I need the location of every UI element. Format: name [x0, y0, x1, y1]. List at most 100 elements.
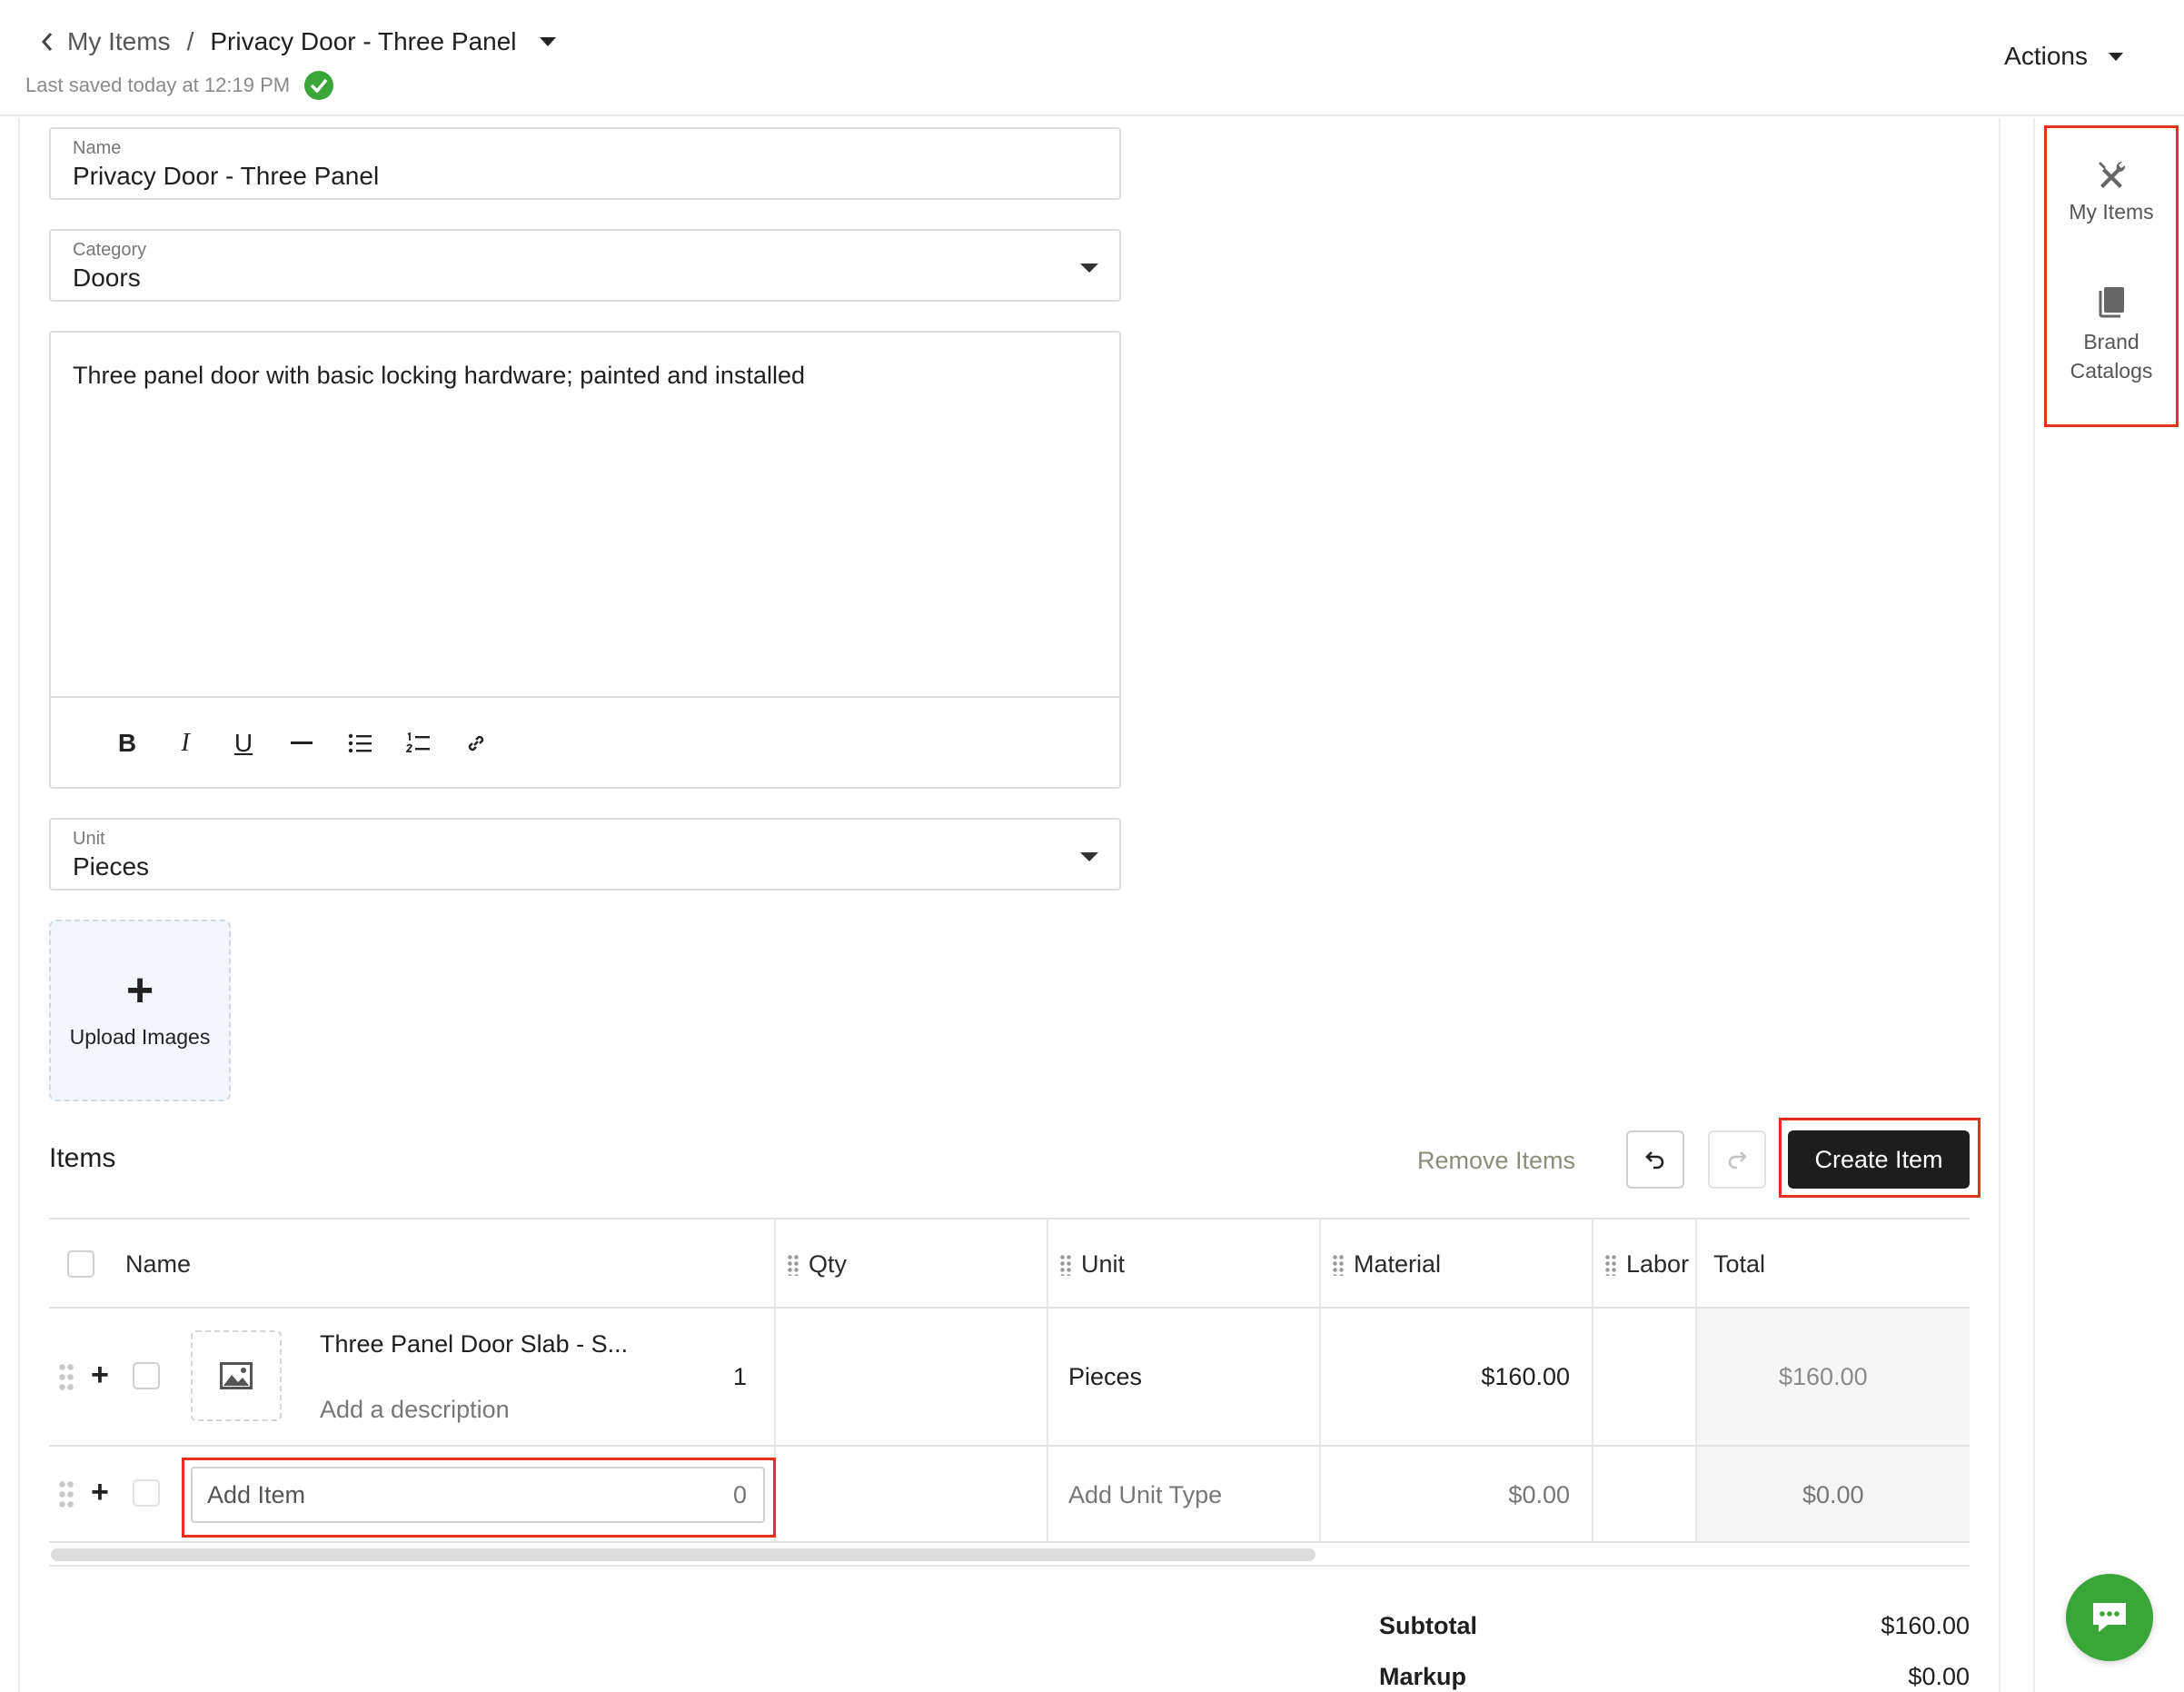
upload-images-button[interactable]: + Upload Images — [49, 920, 231, 1101]
column-divider — [774, 1219, 776, 1307]
title-dropdown-button[interactable] — [539, 36, 557, 47]
column-header-labor[interactable]: Labor — [1604, 1250, 1689, 1279]
underline-button[interactable]: U — [214, 714, 273, 772]
rail-border — [2033, 118, 2035, 1692]
upload-images-label: Upload Images — [69, 1025, 211, 1049]
subtotal-value: $160.00 — [1881, 1612, 1970, 1639]
category-select-value: Doors — [73, 264, 141, 292]
row-description-placeholder[interactable]: Add a description — [320, 1396, 510, 1424]
column-header-total[interactable]: Total — [1713, 1250, 1765, 1279]
link-icon — [468, 735, 484, 751]
drag-handle-icon[interactable] — [787, 1253, 799, 1276]
undo-icon — [1645, 1151, 1664, 1169]
unit-select-value: Pieces — [73, 852, 150, 881]
drag-handle-icon[interactable] — [1604, 1253, 1617, 1276]
table-header-row: Name Qty Unit Material Labor Total — [49, 1218, 1970, 1309]
item-thumbnail[interactable] — [191, 1330, 282, 1421]
row-item-name[interactable]: Three Panel Door Slab - S... — [320, 1330, 628, 1359]
column-divider — [1695, 1219, 1697, 1307]
page-title: Privacy Door - Three Panel — [210, 27, 517, 55]
column-divider — [1047, 1447, 1048, 1541]
column-header-name[interactable]: Name — [125, 1250, 191, 1279]
horizontal-rule-button[interactable] — [273, 714, 331, 772]
remove-items-button[interactable]: Remove Items — [1417, 1147, 1575, 1175]
column-header-unit[interactable]: Unit — [1059, 1250, 1125, 1279]
description-editor[interactable]: Three panel door with basic locking hard… — [49, 331, 1121, 789]
main-left-border — [18, 118, 20, 1692]
save-status: Last saved today at 12:19 PM — [25, 71, 334, 100]
subtotal-label: Subtotal — [1379, 1612, 1477, 1639]
row-material[interactable]: $160.00 — [1481, 1363, 1570, 1391]
column-divider — [1592, 1309, 1593, 1445]
description-text[interactable]: Three panel door with basic locking hard… — [73, 362, 805, 390]
category-select-label: Category — [73, 240, 147, 260]
name-field-value[interactable]: Privacy Door - Three Panel — [73, 162, 379, 191]
image-icon — [220, 1362, 253, 1389]
drag-handle-icon[interactable] — [1332, 1253, 1345, 1276]
link-button[interactable] — [447, 714, 505, 772]
column-divider — [1047, 1309, 1048, 1445]
bullet-list-button[interactable] — [331, 714, 389, 772]
breadcrumb-separator: / — [186, 27, 194, 55]
unit-select-label: Unit — [73, 829, 105, 849]
editor-toolbar: B I U — [51, 696, 1119, 789]
italic-button[interactable]: I — [156, 714, 214, 772]
row-checkbox[interactable] — [133, 1479, 160, 1507]
undo-button[interactable] — [1626, 1130, 1684, 1189]
save-status-text: Last saved today at 12:19 PM — [25, 74, 291, 96]
column-divider — [1695, 1309, 1697, 1445]
row-drag-handle-icon[interactable] — [58, 1362, 74, 1393]
table-row[interactable]: + Three Panel Door Slab - S... Add a des… — [49, 1309, 1970, 1447]
page-header: My Items / Privacy Door - Three Panel La… — [0, 0, 2184, 116]
row-add-plus-icon[interactable]: + — [91, 1475, 109, 1510]
caret-down-icon — [2109, 52, 2123, 61]
check-circle-icon — [304, 71, 334, 100]
column-divider — [1047, 1219, 1048, 1307]
numbered-list-button[interactable] — [389, 714, 447, 772]
plus-icon: + — [125, 964, 154, 1017]
row-qty[interactable]: 1 — [733, 1363, 747, 1391]
rail-highlight — [2044, 125, 2179, 427]
main-right-border — [1999, 118, 2000, 1692]
column-divider — [774, 1309, 776, 1445]
chat-button[interactable] — [2066, 1574, 2153, 1661]
chat-bubble-icon — [2093, 1603, 2126, 1632]
breadcrumb-parent[interactable]: My Items — [67, 27, 171, 56]
column-header-unit-label: Unit — [1081, 1250, 1126, 1278]
column-divider — [1319, 1447, 1321, 1541]
column-header-material-label: Material — [1354, 1250, 1442, 1278]
column-divider — [1592, 1219, 1593, 1307]
breadcrumb-back-link[interactable]: My Items — [40, 27, 171, 56]
create-item-highlight — [1779, 1118, 1980, 1198]
bold-button[interactable]: B — [98, 714, 156, 772]
row-drag-handle-icon[interactable] — [58, 1479, 74, 1510]
summary-divider — [49, 1565, 1970, 1567]
bullet-list-icon — [348, 733, 372, 753]
caret-down-icon — [1079, 262, 1099, 278]
new-row-material[interactable]: $0.00 — [1508, 1481, 1570, 1509]
row-checkbox[interactable] — [133, 1362, 160, 1389]
new-row-unit-placeholder[interactable]: Add Unit Type — [1068, 1481, 1222, 1509]
row-unit[interactable]: Pieces — [1068, 1363, 1142, 1391]
redo-button[interactable] — [1708, 1130, 1766, 1189]
numbered-list-icon — [406, 732, 430, 752]
row-add-plus-icon[interactable]: + — [91, 1358, 109, 1393]
unit-select[interactable]: Unit Pieces — [49, 818, 1121, 891]
markup-value: $0.00 — [1908, 1663, 1970, 1690]
chevron-left-icon — [41, 33, 53, 51]
column-header-material[interactable]: Material — [1332, 1250, 1441, 1279]
column-divider — [1319, 1309, 1321, 1445]
table-horizontal-scrollbar[interactable] — [51, 1548, 1315, 1561]
category-select[interactable]: Category Doors — [49, 229, 1121, 302]
drag-handle-icon[interactable] — [1059, 1253, 1072, 1276]
name-field[interactable]: Name Privacy Door - Three Panel — [49, 127, 1121, 200]
column-divider — [1319, 1219, 1321, 1307]
new-row-total: $0.00 — [1802, 1481, 1864, 1508]
column-header-qty[interactable]: Qty — [787, 1250, 847, 1279]
name-field-label: Name — [73, 138, 122, 158]
actions-menu-button[interactable]: Actions — [2004, 42, 2124, 71]
add-item-highlight — [182, 1458, 776, 1538]
select-all-checkbox[interactable] — [67, 1250, 94, 1278]
actions-label: Actions — [2004, 42, 2088, 70]
column-header-labor-label: Labor — [1626, 1250, 1690, 1278]
